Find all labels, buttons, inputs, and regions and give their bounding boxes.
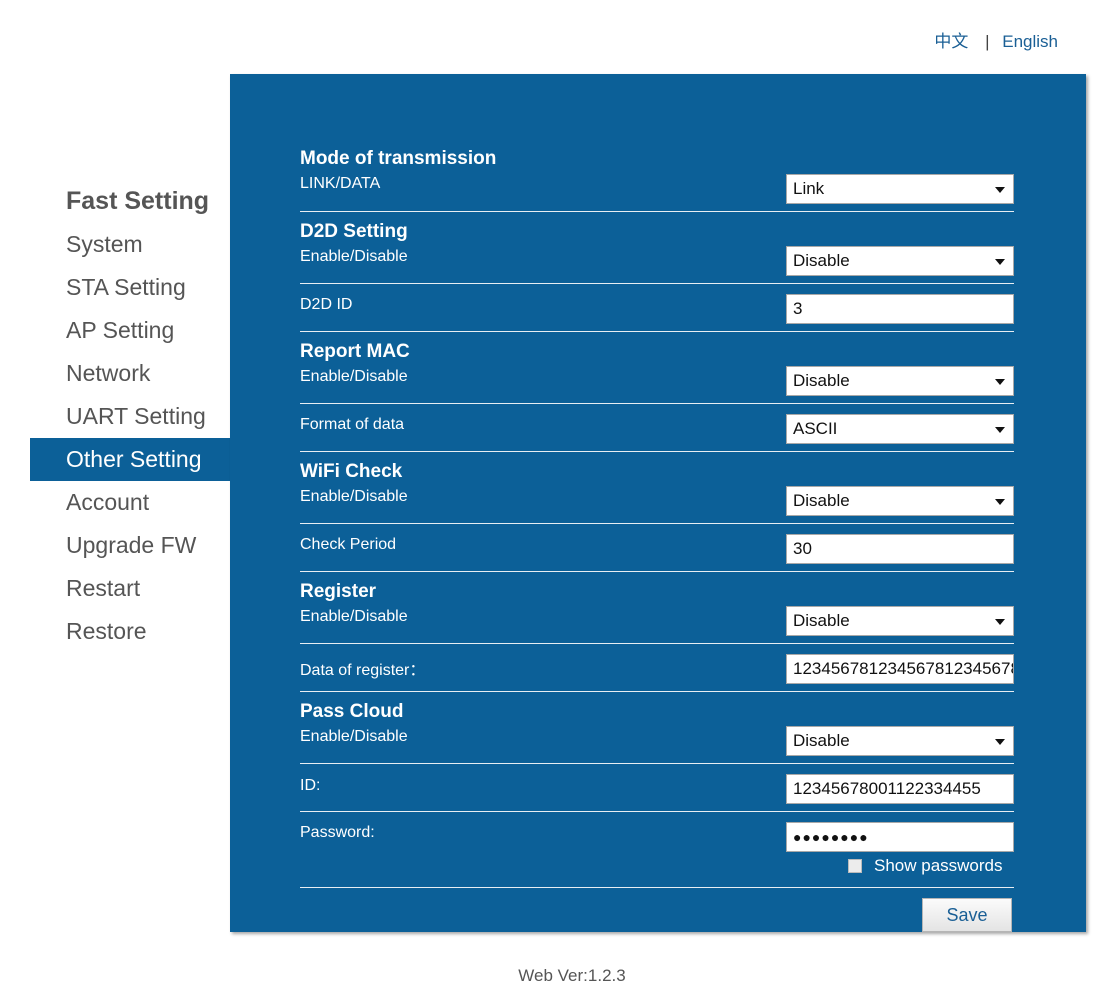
format-select[interactable]: ASCII bbox=[786, 414, 1014, 444]
divider bbox=[300, 283, 1014, 284]
divider bbox=[300, 811, 1014, 812]
lang-chinese-link[interactable]: 中文 bbox=[934, 32, 968, 51]
sidebar-item-restart[interactable]: Restart bbox=[30, 567, 230, 610]
divider bbox=[300, 403, 1014, 404]
pass-cloud-id-input[interactable]: 12345678001122334455 bbox=[786, 774, 1014, 804]
register-enable-select[interactable]: Disable bbox=[786, 606, 1014, 636]
d2d-id-input[interactable]: 3 bbox=[786, 294, 1014, 324]
divider bbox=[300, 691, 1014, 692]
divider bbox=[300, 523, 1014, 524]
sidebar-item-account[interactable]: Account bbox=[30, 481, 230, 524]
sidebar-item-upgrade-fw[interactable]: Upgrade FW bbox=[30, 524, 230, 567]
report-mac-enable-select[interactable]: Disable bbox=[786, 366, 1014, 396]
lang-english-link[interactable]: English bbox=[1002, 32, 1058, 51]
mode-select[interactable]: Link bbox=[786, 174, 1014, 204]
divider bbox=[300, 763, 1014, 764]
register-data-label: Data of register： bbox=[300, 662, 426, 679]
sidebar-item-uart-setting[interactable]: UART Setting bbox=[30, 395, 230, 438]
d2d-enable-select[interactable]: Disable bbox=[786, 246, 1014, 276]
format-label: Format of data bbox=[300, 416, 405, 433]
pass-cloud-enable-label: Enable/Disable bbox=[300, 728, 408, 745]
show-passwords-checkbox[interactable] bbox=[848, 859, 862, 873]
sidebar-item-restore[interactable]: Restore bbox=[30, 610, 230, 653]
sidebar-item-sta-setting[interactable]: STA Setting bbox=[30, 266, 230, 309]
section-title-mode: Mode of transmission bbox=[300, 148, 497, 169]
section-title-report-mac: Report MAC bbox=[300, 341, 410, 362]
report-mac-enable-label: Enable/Disable bbox=[300, 368, 408, 385]
divider bbox=[300, 451, 1014, 452]
divider bbox=[300, 643, 1014, 644]
pass-cloud-id-label: ID: bbox=[300, 777, 321, 794]
sidebar-item-network[interactable]: Network bbox=[30, 352, 230, 395]
divider bbox=[300, 331, 1014, 332]
save-button[interactable]: Save bbox=[922, 898, 1012, 932]
divider bbox=[300, 887, 1014, 888]
check-period-label: Check Period bbox=[300, 536, 397, 553]
settings-panel: Mode of transmission LINK/DATA Link D2D … bbox=[230, 74, 1086, 932]
section-title-register: Register bbox=[300, 581, 377, 602]
register-enable-label: Enable/Disable bbox=[300, 608, 408, 625]
sidebar-item-system[interactable]: System bbox=[30, 223, 230, 266]
show-passwords-label: Show passwords bbox=[874, 856, 1003, 875]
section-title-pass-cloud: Pass Cloud bbox=[300, 701, 404, 722]
sidebar-item-ap-setting[interactable]: AP Setting bbox=[30, 309, 230, 352]
mode-label: LINK/DATA bbox=[300, 175, 381, 192]
check-period-input[interactable]: 30 bbox=[786, 534, 1014, 564]
divider bbox=[300, 571, 1014, 572]
language-switcher: 中文 | English bbox=[932, 27, 1058, 52]
sidebar-nav: Fast Setting System STA Setting AP Setti… bbox=[30, 180, 230, 653]
wifi-check-enable-select[interactable]: Disable bbox=[786, 486, 1014, 516]
password-label: Password: bbox=[300, 824, 375, 841]
password-input[interactable]: ●●●●●●●● bbox=[786, 822, 1014, 852]
footer-version: Web Ver:1.2.3 bbox=[518, 966, 626, 985]
divider bbox=[300, 211, 1014, 212]
pass-cloud-enable-select[interactable]: Disable bbox=[786, 726, 1014, 756]
wifi-check-enable-label: Enable/Disable bbox=[300, 488, 408, 505]
section-title-d2d: D2D Setting bbox=[300, 221, 408, 242]
section-title-wifi-check: WiFi Check bbox=[300, 461, 403, 482]
d2d-id-label: D2D ID bbox=[300, 296, 353, 313]
register-data-input[interactable]: 12345678123456781234567812345678 bbox=[786, 654, 1014, 684]
d2d-enable-label: Enable/Disable bbox=[300, 248, 408, 265]
lang-separator: | bbox=[985, 32, 990, 51]
sidebar-item-fast-setting[interactable]: Fast Setting bbox=[30, 180, 230, 223]
sidebar-item-other-setting[interactable]: Other Setting bbox=[30, 438, 230, 481]
show-passwords-toggle[interactable]: Show passwords bbox=[848, 856, 1003, 876]
